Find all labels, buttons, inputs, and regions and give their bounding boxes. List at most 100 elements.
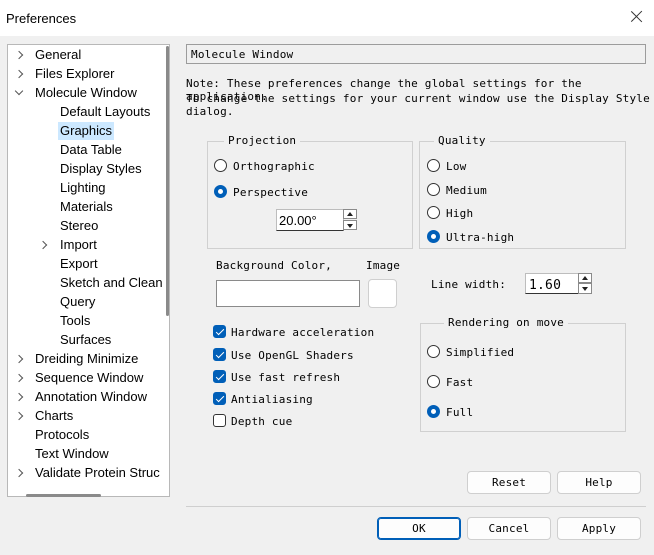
opengl-shaders-checkbox[interactable] <box>213 348 226 361</box>
tree-item[interactable]: Export <box>8 255 168 273</box>
apply-button[interactable]: Apply <box>557 517 641 540</box>
tree-item[interactable]: Default Layouts <box>8 103 168 121</box>
tree-item[interactable]: Text Window <box>8 445 168 463</box>
cancel-button[interactable]: Cancel <box>467 517 551 540</box>
depth-cue-checkbox[interactable] <box>213 414 226 427</box>
tree-item[interactable]: Tools <box>8 312 168 330</box>
perspective-angle-spinner[interactable] <box>343 209 357 231</box>
ok-button[interactable]: OK <box>377 517 461 540</box>
tree-item[interactable]: Materials <box>8 198 168 216</box>
antialiasing-checkbox[interactable] <box>213 392 226 405</box>
rendering-simplified-radio[interactable] <box>427 345 440 358</box>
line-width-spinner[interactable] <box>578 273 592 294</box>
tree-item[interactable]: Annotation Window <box>8 388 168 406</box>
tree-item[interactable]: General <box>8 46 168 64</box>
tree-item-label: Validate Protein Struc <box>35 465 160 480</box>
tree-item-label: Materials <box>60 199 113 214</box>
quality-low-radio[interactable] <box>427 159 440 172</box>
quality-high-label: High <box>446 207 474 220</box>
tree-item-label: Charts <box>35 408 74 423</box>
rendering-fast-radio[interactable] <box>427 375 440 388</box>
chevron-right-icon[interactable] <box>14 354 24 364</box>
tree-item[interactable]: Import <box>8 236 168 254</box>
window-title: Preferences <box>6 11 77 26</box>
chevron-right-icon[interactable] <box>14 69 24 79</box>
tree-item[interactable]: Stereo <box>8 217 168 235</box>
tree-item[interactable]: Charts <box>8 407 168 425</box>
line-width-down-icon[interactable] <box>578 283 592 294</box>
tree-item[interactable]: Lighting <box>8 179 168 197</box>
footer-divider <box>186 506 646 507</box>
tree-item-label: Graphics <box>58 122 115 140</box>
chevron-down-icon[interactable] <box>14 86 24 96</box>
tree-item[interactable]: Protocols <box>8 426 168 444</box>
tree-item-label: Lighting <box>60 180 106 195</box>
tree-item[interactable]: Query <box>8 293 168 311</box>
close-icon[interactable] <box>626 6 648 28</box>
tree-item[interactable]: Graphics <box>8 122 168 140</box>
chevron-right-icon[interactable] <box>14 373 24 383</box>
chevron-right-icon[interactable] <box>14 411 24 421</box>
perspective-angle-input[interactable]: 20.00° <box>276 209 344 231</box>
tree-horizontal-scrollbar[interactable] <box>26 494 101 497</box>
tree-item[interactable]: Display Styles <box>8 160 168 178</box>
preferences-tree[interactable]: General Files Explorer Molecule Window Defa… <box>7 44 170 497</box>
tree-item-label: Surfaces <box>60 332 112 347</box>
tree-item-label: Protocols <box>35 427 90 442</box>
tree-item[interactable]: Data Table <box>8 141 168 159</box>
hardware-acceleration-label: Hardware acceleration <box>231 326 375 339</box>
tree-item-label: Dreiding Minimize <box>35 351 139 366</box>
rendering-legend: Rendering on move <box>444 316 568 329</box>
tree-item[interactable]: Sketch and Clean <box>8 274 168 292</box>
quality-medium-radio[interactable] <box>427 183 440 196</box>
tree-item[interactable]: Files Explorer <box>8 65 168 83</box>
line-width-value: 1.60 <box>529 278 562 293</box>
tree-item[interactable]: Dreiding Minimize <box>8 350 168 368</box>
line-width-label: Line width: <box>431 278 507 291</box>
depth-cue-label: Depth cue <box>231 415 293 428</box>
projection-legend: Projection <box>224 134 301 147</box>
quality-medium-label: Medium <box>446 184 487 197</box>
tree-item-label: Query <box>60 294 96 309</box>
angle-down-icon[interactable] <box>343 220 357 230</box>
quality-ultra-high-radio[interactable] <box>427 230 440 243</box>
line-width-up-icon[interactable] <box>578 273 592 283</box>
quality-ultra-high-label: Ultra-high <box>446 231 515 244</box>
background-color-swatch[interactable] <box>216 280 360 307</box>
tree-item-label: Annotation Window <box>35 389 148 404</box>
tree-item[interactable]: Validate Protein Struc <box>8 464 168 482</box>
chevron-right-icon[interactable] <box>14 468 24 478</box>
tree-item-label: Tools <box>60 313 91 328</box>
note-line-2: To change the settings for your current … <box>186 92 650 118</box>
hardware-acceleration-checkbox[interactable] <box>213 325 226 338</box>
orthographic-label: Orthographic <box>233 160 315 173</box>
tree-item-label: Sketch and Clean <box>60 275 163 290</box>
tree-item-label: Display Styles <box>60 161 142 176</box>
chevron-right-icon[interactable] <box>14 50 24 60</box>
image-button[interactable] <box>368 279 397 308</box>
tree-item[interactable]: Sequence Window <box>8 369 168 387</box>
panel-header: Molecule Window <box>186 44 646 64</box>
orthographic-radio[interactable] <box>214 159 227 172</box>
fast-refresh-checkbox[interactable] <box>213 370 226 383</box>
tree-item-label: Files Explorer <box>35 66 115 81</box>
reset-button[interactable]: Reset <box>467 471 551 494</box>
tree-item[interactable]: Surfaces <box>8 331 168 349</box>
tree-item-label: Text Window <box>35 446 109 461</box>
quality-high-radio[interactable] <box>427 206 440 219</box>
tree-item-label: Stereo <box>60 218 99 233</box>
perspective-radio[interactable] <box>214 185 227 198</box>
angle-up-icon[interactable] <box>343 209 357 219</box>
rendering-full-radio[interactable] <box>427 405 440 418</box>
tree-item-label: Import <box>60 237 97 252</box>
rendering-fast-label: Fast <box>446 376 474 389</box>
tree-vertical-scrollbar[interactable] <box>166 46 169 316</box>
tree-item-label: Data Table <box>60 142 122 157</box>
line-width-input[interactable]: 1.60 <box>525 273 579 294</box>
help-button[interactable]: Help <box>557 471 641 494</box>
tree-item-label: General <box>35 47 82 62</box>
tree-item[interactable]: Molecule Window <box>8 84 168 102</box>
chevron-right-icon[interactable] <box>14 392 24 402</box>
image-label: Image <box>366 259 401 272</box>
chevron-right-icon[interactable] <box>38 240 48 250</box>
